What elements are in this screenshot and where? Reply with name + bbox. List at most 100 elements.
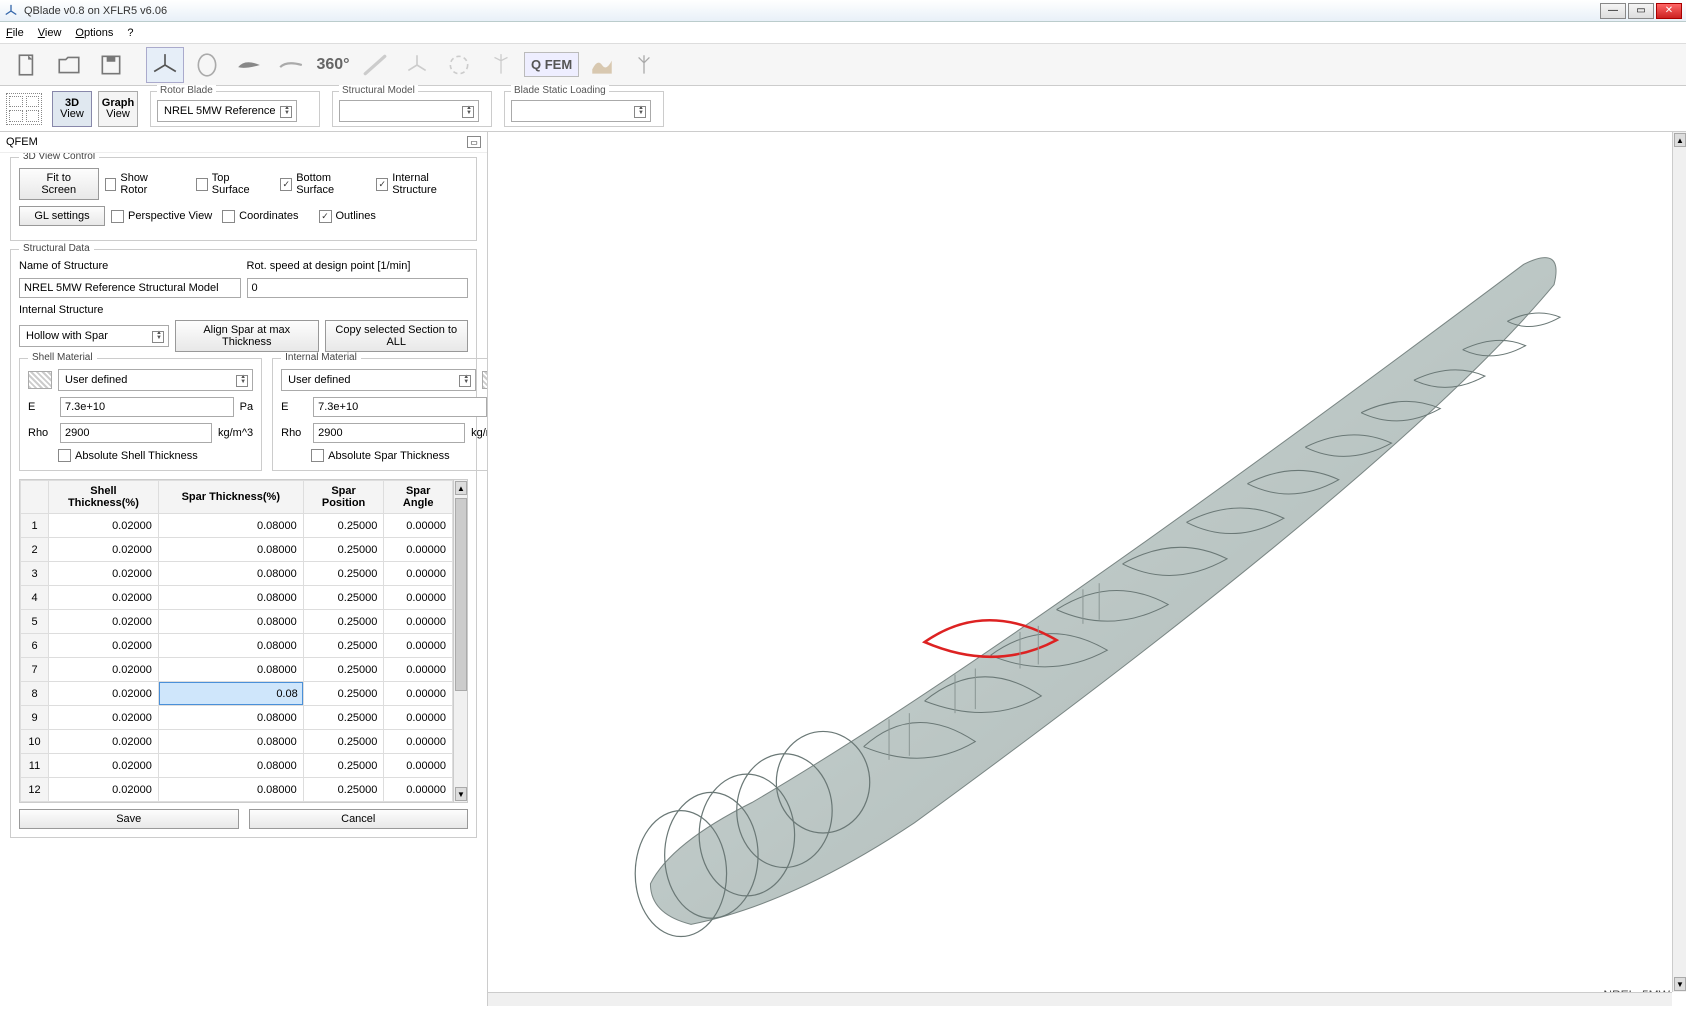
col-spar-angle[interactable]: Spar Angle — [384, 481, 453, 514]
view-3d-button[interactable]: 3DView — [52, 91, 92, 127]
surface-icon[interactable] — [583, 47, 621, 83]
copy-section-button[interactable]: Copy selected Section to ALL — [325, 320, 469, 352]
table-cell[interactable]: 0.08000 — [158, 586, 303, 610]
table-cell[interactable]: 0.00000 — [384, 778, 453, 802]
abs-shell-thickness-checkbox[interactable]: Absolute Shell Thickness — [58, 449, 253, 462]
table-row[interactable]: 70.020000.080000.250000.00000 — [21, 658, 453, 682]
turbine-icon[interactable] — [398, 47, 436, 83]
coordinates-checkbox[interactable]: Coordinates — [222, 210, 298, 223]
panel-restore-icon[interactable]: ▭ — [467, 136, 481, 148]
table-cell[interactable]: 0.02000 — [49, 586, 159, 610]
table-row[interactable]: 40.020000.080000.250000.00000 — [21, 586, 453, 610]
table-row[interactable]: 80.020000.250000.00000 — [21, 682, 453, 706]
table-row[interactable]: 30.020000.080000.250000.00000 — [21, 562, 453, 586]
table-cell[interactable]: 0.02000 — [49, 514, 159, 538]
internal-material-combo[interactable]: User defined▲▼ — [281, 369, 476, 391]
table-cell[interactable]: 0.00000 — [384, 514, 453, 538]
internal-structure-checkbox[interactable]: Internal Structure — [376, 172, 468, 196]
axes-icon[interactable] — [146, 47, 184, 83]
table-cell[interactable]: 0.08000 — [158, 514, 303, 538]
rot-speed-input[interactable] — [247, 278, 469, 298]
table-cell[interactable]: 0.25000 — [303, 682, 384, 706]
table-cell[interactable]: 0.00000 — [384, 634, 453, 658]
airfoil2-icon[interactable] — [272, 47, 310, 83]
table-cell[interactable]: 0.25000 — [303, 658, 384, 682]
table-row[interactable]: 90.020000.080000.250000.00000 — [21, 706, 453, 730]
view-graph-button[interactable]: GraphView — [98, 91, 138, 127]
close-button[interactable]: ✕ — [1656, 3, 1682, 19]
airfoil-icon[interactable] — [230, 47, 268, 83]
viewport-scrollbar-h[interactable] — [488, 992, 1672, 1006]
table-cell[interactable]: 0.08000 — [158, 562, 303, 586]
blade-loading-combo[interactable]: ▲▼ — [511, 100, 651, 122]
menu-file[interactable]: File — [6, 27, 24, 39]
maximize-button[interactable]: ▭ — [1628, 3, 1654, 19]
table-cell[interactable]: 0.08000 — [158, 754, 303, 778]
ellipse-icon[interactable] — [188, 47, 226, 83]
minimize-button[interactable]: — — [1600, 3, 1626, 19]
table-cell[interactable]: 0.25000 — [303, 610, 384, 634]
shell-e-input[interactable] — [60, 397, 234, 417]
table-row[interactable]: 60.020000.080000.250000.00000 — [21, 634, 453, 658]
table-cell[interactable]: 0.02000 — [49, 562, 159, 586]
vp-scroll-down-icon[interactable]: ▼ — [1674, 977, 1686, 991]
table-cell[interactable]: 0.25000 — [303, 586, 384, 610]
structural-model-combo[interactable]: ▲▼ — [339, 100, 479, 122]
outlines-checkbox[interactable]: Outlines — [319, 210, 376, 223]
bottom-surface-checkbox[interactable]: Bottom Surface — [280, 172, 364, 196]
table-cell[interactable]: 0.08000 — [158, 778, 303, 802]
table-cell[interactable]: 0.00000 — [384, 610, 453, 634]
table-cell[interactable]: 0.25000 — [303, 634, 384, 658]
table-cell[interactable]: 0.25000 — [303, 706, 384, 730]
cancel-button[interactable]: Cancel — [249, 809, 469, 829]
table-cell[interactable]: 0.00000 — [384, 706, 453, 730]
table-cell[interactable]: 0.00000 — [384, 754, 453, 778]
shell-material-combo[interactable]: User defined▲▼ — [58, 369, 253, 391]
align-spar-button[interactable]: Align Spar at max Thickness — [175, 320, 319, 352]
table-cell[interactable]: 0.00000 — [384, 682, 453, 706]
vp-scroll-up-icon[interactable]: ▲ — [1674, 133, 1686, 147]
table-cell[interactable]: 0.00000 — [384, 562, 453, 586]
fit-to-screen-button[interactable]: Fit to Screen — [19, 168, 99, 200]
scroll-up-icon[interactable]: ▲ — [455, 481, 467, 495]
viewport-scrollbar-v[interactable]: ▲ ▼ — [1672, 132, 1686, 992]
turbine2-icon[interactable] — [625, 47, 663, 83]
table-cell[interactable]: 0.08000 — [158, 706, 303, 730]
table-cell[interactable]: 0.02000 — [49, 634, 159, 658]
angle-360-icon[interactable]: 360° — [314, 47, 352, 83]
col-spar-thickness[interactable]: Spar Thickness(%) — [158, 481, 303, 514]
gl-settings-button[interactable]: GL settings — [19, 206, 105, 226]
table-row[interactable]: 120.020000.080000.250000.00000 — [21, 778, 453, 802]
table-row[interactable]: 50.020000.080000.250000.00000 — [21, 610, 453, 634]
save-file-icon[interactable] — [92, 47, 130, 83]
rotor-spin-icon[interactable] — [440, 47, 478, 83]
abs-spar-thickness-checkbox[interactable]: Absolute Spar Thickness — [311, 449, 487, 462]
3d-viewport[interactable]: NREL_5MW ▲ ▼ — [488, 132, 1686, 1006]
rotor-blade-combo[interactable]: NREL 5MW Reference▲▼ — [157, 100, 297, 122]
table-cell[interactable]: 0.00000 — [384, 538, 453, 562]
table-cell[interactable]: 0.25000 — [303, 538, 384, 562]
open-file-icon[interactable] — [50, 47, 88, 83]
cell-editor[interactable] — [159, 682, 303, 705]
table-cell[interactable]: 0.25000 — [303, 778, 384, 802]
shell-rho-input[interactable] — [60, 423, 212, 443]
scroll-down-icon[interactable]: ▼ — [455, 787, 467, 801]
table-cell[interactable] — [158, 682, 303, 706]
table-cell[interactable]: 0.02000 — [49, 706, 159, 730]
turbine-small-icon[interactable] — [482, 47, 520, 83]
show-rotor-checkbox[interactable]: Show Rotor — [105, 172, 172, 196]
top-surface-checkbox[interactable]: Top Surface — [196, 172, 264, 196]
name-structure-input[interactable] — [19, 278, 241, 298]
table-row[interactable]: 10.020000.080000.250000.00000 — [21, 514, 453, 538]
table-cell[interactable]: 0.08000 — [158, 730, 303, 754]
menu-view[interactable]: View — [38, 27, 62, 39]
qfem-button[interactable]: Q FEM — [524, 52, 579, 77]
table-cell[interactable]: 0.02000 — [49, 682, 159, 706]
layout-quad-icon[interactable] — [6, 93, 42, 125]
table-cell[interactable]: 0.00000 — [384, 658, 453, 682]
new-file-icon[interactable] — [8, 47, 46, 83]
table-cell[interactable]: 0.02000 — [49, 778, 159, 802]
table-row[interactable]: 100.020000.080000.250000.00000 — [21, 730, 453, 754]
table-row[interactable]: 110.020000.080000.250000.00000 — [21, 754, 453, 778]
table-cell[interactable]: 0.02000 — [49, 538, 159, 562]
